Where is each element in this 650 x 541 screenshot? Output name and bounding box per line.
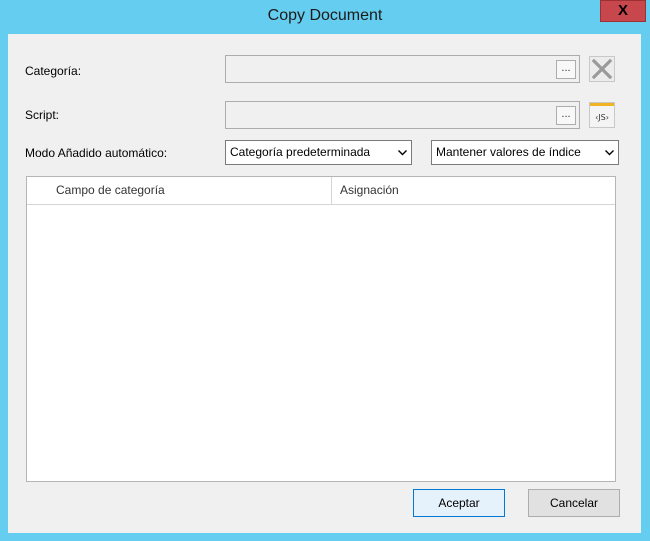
categoria-browse-button[interactable]: ... — [556, 60, 576, 79]
accept-button[interactable]: Aceptar — [413, 489, 505, 517]
modo-select-indice[interactable]: Mantener valores de índice — [431, 140, 619, 165]
chevron-down-icon — [605, 150, 614, 156]
window-title: Copy Document — [267, 7, 383, 24]
cancel-button[interactable]: Cancelar — [528, 489, 620, 517]
title-bar[interactable]: Copy Document X — [0, 0, 650, 34]
categoria-field[interactable] — [225, 55, 580, 83]
javascript-icon-label: ‹JS› — [595, 113, 609, 122]
script-editor-button[interactable]: ‹JS› — [589, 102, 615, 128]
javascript-icon: ‹JS› — [589, 102, 615, 128]
category-mapping-grid[interactable]: Campo de categoría Asignación — [26, 176, 616, 482]
clear-x-icon — [589, 56, 615, 82]
grid-header: Campo de categoría Asignación — [27, 177, 615, 205]
close-button[interactable]: X — [600, 0, 646, 22]
clear-categoria-button[interactable] — [589, 56, 615, 82]
column-header-asignacion[interactable]: Asignación — [332, 177, 615, 204]
script-browse-button[interactable]: ... — [556, 106, 576, 125]
script-field[interactable] — [225, 101, 580, 129]
modo-label: Modo Añadido automático: — [25, 146, 168, 160]
script-label: Script: — [25, 108, 60, 122]
copy-document-window: Copy Document X Categoría: ... Script: .… — [0, 0, 650, 541]
modo-select-indice-value: Mantener valores de índice — [436, 145, 581, 159]
column-header-campo[interactable]: Campo de categoría — [27, 177, 332, 204]
dialog-body: Categoría: ... Script: ... ‹JS› Modo Aña… — [8, 34, 641, 533]
modo-select-categoria[interactable]: Categoría predeterminada — [225, 140, 412, 165]
modo-select-categoria-value: Categoría predeterminada — [230, 145, 371, 159]
categoria-label: Categoría: — [25, 64, 82, 78]
chevron-down-icon — [398, 150, 407, 156]
